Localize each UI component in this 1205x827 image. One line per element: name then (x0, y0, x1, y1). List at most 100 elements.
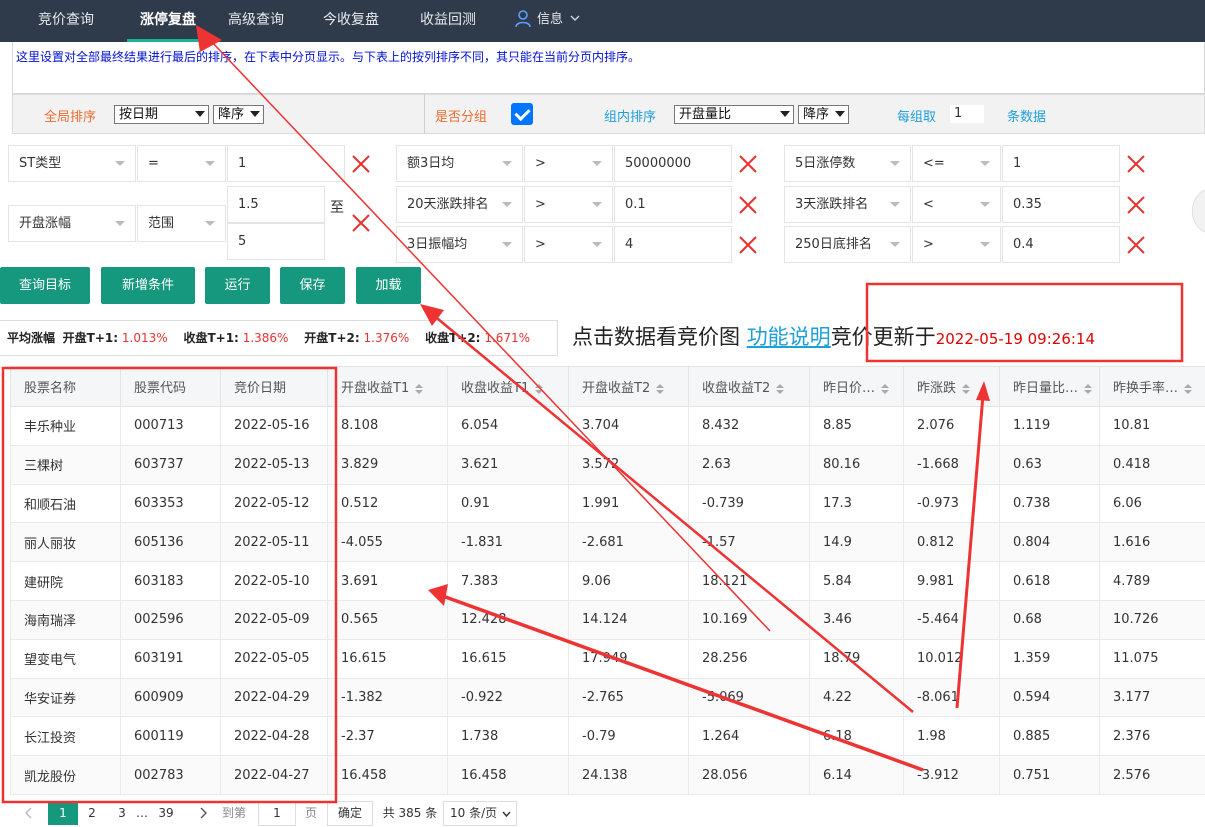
table-cell[interactable]: 10.81 (1099, 406, 1205, 446)
condition-value-input[interactable]: 0.35 (1002, 186, 1120, 223)
table-cell[interactable]: 14.124 (568, 599, 689, 640)
delete-condition-icon[interactable] (738, 195, 758, 215)
table-cell[interactable]: 3.621 (447, 444, 569, 485)
table-cell[interactable]: 8.85 (809, 406, 904, 446)
table-cell[interactable]: 三棵树 (10, 444, 121, 485)
table-cell[interactable]: 海南瑞泽 (10, 599, 121, 640)
help-link[interactable]: 功能说明 (747, 325, 831, 349)
delete-condition-icon[interactable] (351, 154, 371, 174)
condition-op-select[interactable]: > (524, 186, 613, 223)
table-cell[interactable]: -1.382 (327, 677, 448, 718)
tab-advanced-query[interactable]: 高级查询 (223, 0, 289, 42)
table-cell[interactable]: 2022-04-28 (220, 716, 328, 757)
table-cell[interactable]: 0.594 (999, 677, 1100, 718)
column-header[interactable]: 昨换手率… (1099, 366, 1205, 407)
table-cell[interactable]: 3.829 (327, 444, 448, 485)
condition-field-select[interactable]: 3天涨跌排名 (784, 186, 911, 223)
table-cell[interactable]: 600909 (120, 677, 221, 718)
table-row[interactable]: 凯龙股份 002783 2022-04-27 16.458 16.458 24.138 28… (10, 755, 1205, 795)
add-condition-button[interactable]: 新增条件 (101, 267, 195, 304)
column-header[interactable]: 开盘收益T1 (327, 366, 448, 407)
table-cell[interactable]: 2022-05-11 (220, 522, 328, 563)
table-cell[interactable]: 24.138 (568, 755, 689, 795)
table-cell[interactable]: 1.991 (568, 483, 689, 524)
table-cell[interactable]: 和顺石油 (10, 483, 121, 524)
table-cell[interactable]: 1.738 (447, 716, 569, 757)
condition-op-select[interactable]: 范围 (137, 205, 226, 242)
load-button[interactable]: 加载 (356, 267, 421, 304)
column-header[interactable]: 股票名称 (10, 366, 121, 407)
delete-condition-icon[interactable] (738, 235, 758, 255)
delete-condition-icon[interactable] (1126, 195, 1146, 215)
condition-range-from-input[interactable]: 1.5 (227, 186, 325, 223)
table-cell[interactable]: 0.68 (999, 599, 1100, 640)
column-header[interactable]: 昨日价… (809, 366, 904, 407)
table-cell[interactable]: 望变电气 (10, 638, 121, 679)
global-sort-field-select[interactable]: 按日期 (114, 105, 209, 124)
table-cell[interactable]: 3.704 (568, 406, 689, 446)
table-cell[interactable]: 16.615 (447, 638, 569, 679)
table-cell[interactable]: 0.418 (1099, 444, 1205, 485)
table-row[interactable]: 丰乐种业 000713 2022-05-16 8.108 6.054 3.704 8.432… (10, 406, 1205, 446)
table-cell[interactable]: -8.061 (903, 677, 1000, 718)
sort-icon[interactable] (1084, 383, 1093, 394)
page-39-button[interactable]: 39 (154, 801, 178, 825)
table-cell[interactable]: -1.831 (447, 522, 569, 563)
column-header[interactable]: 股票代码 (120, 366, 221, 407)
table-cell[interactable]: 4.22 (809, 677, 904, 718)
table-cell[interactable]: -1.668 (903, 444, 1000, 485)
table-cell[interactable]: 7.383 (447, 561, 569, 601)
condition-field-select[interactable]: 3日振幅均 (396, 226, 523, 263)
chevron-down-icon[interactable] (570, 13, 580, 23)
condition-op-select[interactable]: <= (912, 145, 1001, 182)
table-cell[interactable]: 3.691 (327, 561, 448, 601)
condition-field-select[interactable]: 5日涨停数 (784, 145, 911, 182)
condition-value-input[interactable]: 4 (614, 226, 732, 263)
tab-backtest[interactable]: 收益回测 (415, 0, 481, 42)
per-group-input[interactable]: 1 (950, 105, 984, 123)
run-button[interactable]: 运行 (205, 267, 270, 304)
table-cell[interactable]: 17.949 (568, 638, 689, 679)
table-cell[interactable]: 28.056 (688, 755, 810, 795)
table-cell[interactable]: 17.3 (809, 483, 904, 524)
table-cell[interactable]: -2.765 (568, 677, 689, 718)
table-cell[interactable]: 2022-05-13 (220, 444, 328, 485)
table-cell[interactable]: 2022-05-05 (220, 638, 328, 679)
table-cell[interactable]: 1.264 (688, 716, 810, 757)
table-cell[interactable]: -2.37 (327, 716, 448, 757)
table-cell[interactable]: -0.739 (688, 483, 810, 524)
table-cell[interactable]: 18.121 (688, 561, 810, 601)
table-cell[interactable]: 16.615 (327, 638, 448, 679)
table-cell[interactable]: -5.069 (688, 677, 810, 718)
table-cell[interactable]: 丽人丽妆 (10, 522, 121, 563)
table-cell[interactable]: 80.16 (809, 444, 904, 485)
table-cell[interactable]: 2022-04-27 (220, 755, 328, 795)
table-cell[interactable]: 2.376 (1099, 716, 1205, 757)
table-cell[interactable]: 2022-05-12 (220, 483, 328, 524)
query-target-button[interactable]: 查询目标 (0, 267, 90, 304)
table-cell[interactable]: 3.46 (809, 599, 904, 640)
table-cell[interactable]: 0.618 (999, 561, 1100, 601)
table-cell[interactable]: 0.738 (999, 483, 1100, 524)
table-cell[interactable]: 8.432 (688, 406, 810, 446)
table-row[interactable]: 华安证券 600909 2022-04-29 -1.382 -0.922 -2.765 -5… (10, 677, 1205, 718)
confirm-button[interactable]: 确定 (327, 801, 373, 826)
table-cell[interactable]: 2.576 (1099, 755, 1205, 795)
table-cell[interactable]: 600119 (120, 716, 221, 757)
table-cell[interactable]: 002783 (120, 755, 221, 795)
table-cell[interactable]: -3.912 (903, 755, 1000, 795)
tab-close-review[interactable]: 今收复盘 (318, 0, 384, 42)
table-cell[interactable]: -0.922 (447, 677, 569, 718)
column-header[interactable]: 收盘收益T1 (447, 366, 569, 407)
table-cell[interactable]: 14.9 (809, 522, 904, 563)
sort-icon[interactable] (776, 383, 785, 394)
table-cell[interactable]: 002596 (120, 599, 221, 640)
table-cell[interactable]: 603191 (120, 638, 221, 679)
page-1-button[interactable]: 1 (48, 801, 78, 825)
table-cell[interactable]: 0.565 (327, 599, 448, 640)
table-cell[interactable]: 0.91 (447, 483, 569, 524)
table-cell[interactable]: 16.458 (327, 755, 448, 795)
table-cell[interactable]: 2022-04-29 (220, 677, 328, 718)
table-cell[interactable]: 603183 (120, 561, 221, 601)
table-cell[interactable]: 10.012 (903, 638, 1000, 679)
